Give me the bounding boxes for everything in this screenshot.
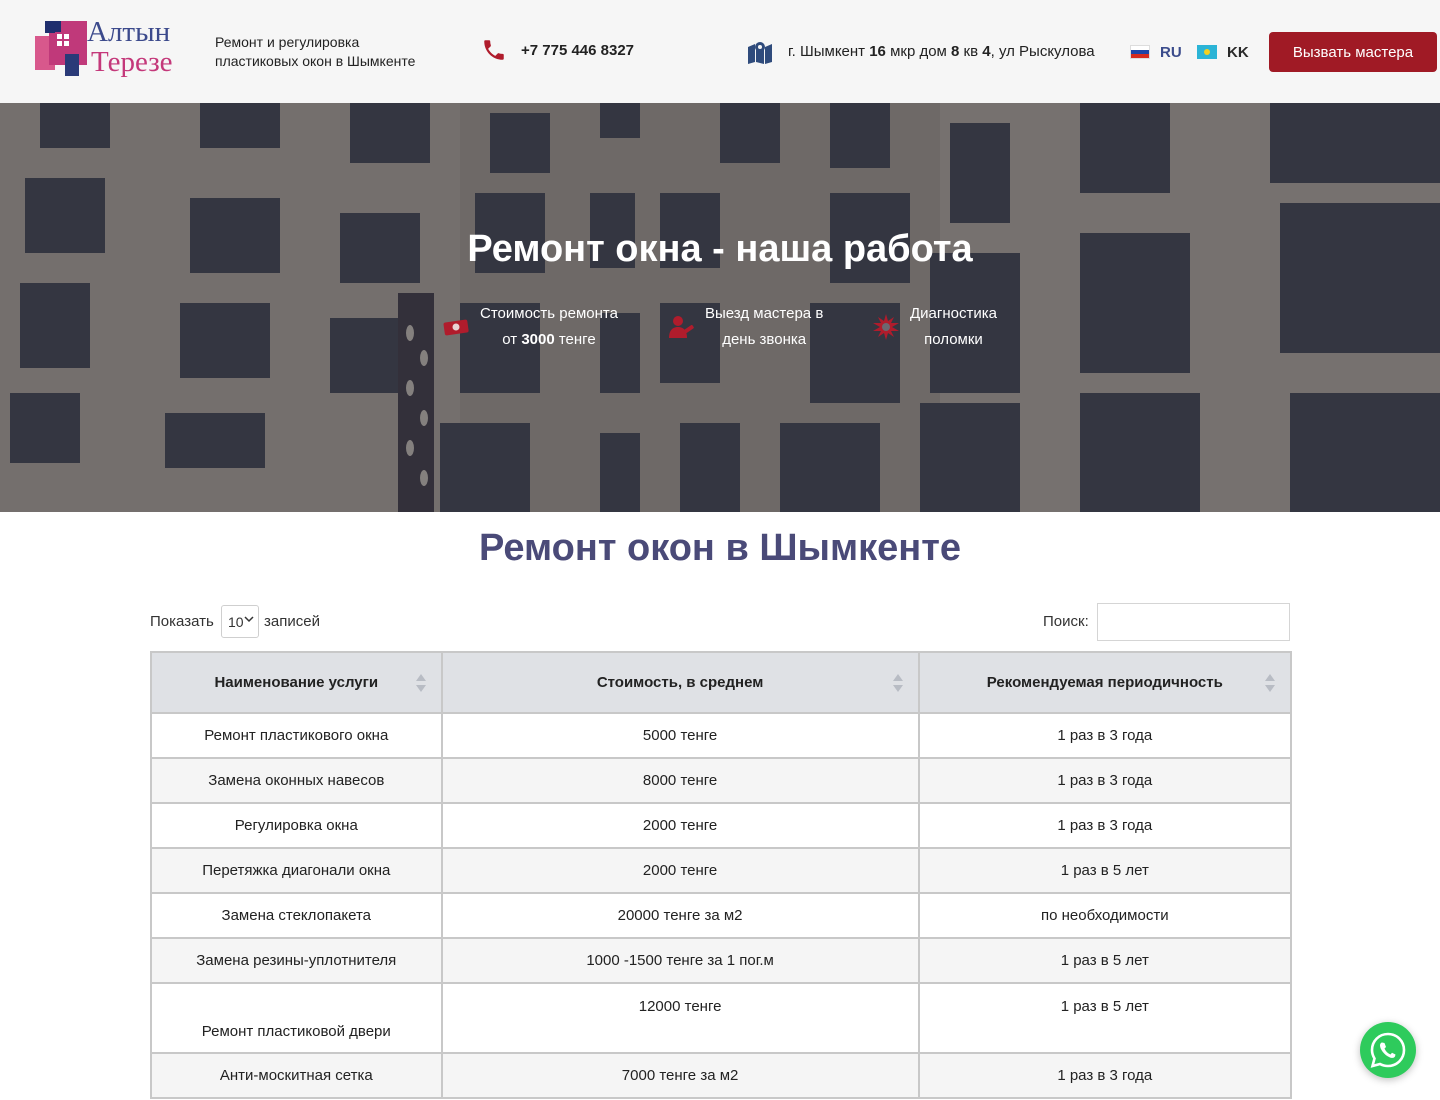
cell-price: 2000 тенге: [440, 802, 920, 849]
search-label: Поиск:: [1043, 613, 1089, 630]
cell-price: 2000 тенге: [440, 847, 920, 894]
language-label: RU: [1160, 44, 1182, 61]
language-label: KK: [1227, 44, 1249, 61]
phone-link[interactable]: +7 775 446 8327: [521, 42, 634, 59]
feature-visit: Выезд мастера в день звонка: [667, 299, 823, 355]
cell-price: 5000 тенге: [440, 712, 920, 759]
cell-frequency: 1 раз в 3 года: [917, 1052, 1293, 1099]
cell-service: Замена оконных навесов: [150, 757, 443, 804]
map-icon: [748, 42, 772, 64]
money-icon: [443, 319, 469, 336]
cell-service: Замена резины-уплотнителя: [150, 937, 443, 984]
language-kk-link[interactable]: KK: [1197, 44, 1249, 61]
feature-line1: Диагностика: [910, 305, 997, 322]
address-mkr: мкр дом: [885, 43, 952, 60]
cell-service: Замена стеклопакета: [150, 892, 443, 939]
cell-price: 12000 тенге: [440, 982, 920, 1054]
show-label: Показать: [150, 613, 214, 630]
column-header-label: Стоимость, в среднем: [596, 674, 764, 691]
hero-title: Ремонт окна - наша работа: [467, 228, 973, 270]
page-length-select[interactable]: 10: [221, 605, 259, 638]
chevron-down-icon: [244, 616, 254, 623]
table-header-row: Наименование услуги Стоимость, в среднем…: [150, 651, 1293, 714]
master-icon: [669, 316, 694, 338]
search-input[interactable]: [1097, 603, 1290, 641]
sort-icon: [892, 674, 903, 692]
column-header-price[interactable]: Стоимость, в среднем: [440, 651, 920, 714]
cell-service: Ремонт пластикового окна: [150, 712, 443, 759]
flag-russia-icon: [1130, 45, 1150, 59]
table-row: Ремонт пластикового окна 5000 тенге 1 ра…: [150, 712, 1293, 759]
address-street: , ул Рыскулова: [990, 43, 1095, 60]
column-header-service[interactable]: Наименование услуги: [150, 651, 443, 714]
column-header-label: Наименование услуги: [214, 674, 379, 691]
feature-text: Диагностика поломки: [910, 301, 997, 353]
cell-price: 1000 -1500 тенге за 1 пог.м: [440, 937, 920, 984]
logo[interactable]: Алтын Терезе: [35, 16, 195, 84]
cell-service: Перетяжка диагонали окна: [150, 847, 443, 894]
cell-price: 8000 тенге: [440, 757, 920, 804]
table-row: Замена резины-уплотнителя 1000 -1500 тен…: [150, 937, 1293, 984]
flag-kazakhstan-icon: [1197, 45, 1217, 59]
feature-price-value: 3000: [521, 331, 555, 348]
cell-service: Регулировка окна: [150, 802, 443, 849]
cell-service: Ремонт пластиковой двери: [150, 982, 443, 1054]
page-length-value: 10: [228, 614, 244, 630]
cell-frequency: 1 раз в 3 года: [917, 802, 1293, 849]
address-flat: 4: [982, 43, 991, 60]
feature-text: Стоимость ремонта от 3000 тенге: [480, 301, 618, 353]
logo-text-line1: Алтын: [87, 16, 171, 48]
address-mkr-number: 16: [869, 43, 886, 60]
address-prefix: г. Шымкент: [788, 43, 870, 60]
logo-text-line2: Терезе: [91, 46, 173, 78]
column-header-label: Рекомендуемая периодичность: [986, 674, 1223, 691]
services-table: Наименование услуги Стоимость, в среднем…: [150, 651, 1293, 1099]
cell-frequency: 1 раз в 3 года: [917, 712, 1293, 759]
phone-icon: [484, 40, 504, 60]
table-row: Регулировка окна 2000 тенге 1 раз в 3 го…: [150, 802, 1293, 849]
cell-frequency: 1 раз в 5 лет: [917, 847, 1293, 894]
whatsapp-button[interactable]: [1360, 1022, 1416, 1078]
feature-line2: день звонка: [722, 331, 807, 348]
feature-text: Выезд мастера в день звонка: [705, 301, 823, 353]
whatsapp-icon: [1370, 1032, 1406, 1068]
cell-price: 7000 тенге за м2: [440, 1052, 920, 1099]
hero-banner: Ремонт окна - наша работа Стоимость ремо…: [0, 103, 1440, 512]
table-row: Замена оконных навесов 8000 тенге 1 раз …: [150, 757, 1293, 804]
cell-frequency: по необходимости: [917, 892, 1293, 939]
call-master-button[interactable]: Вызвать мастера: [1269, 32, 1437, 72]
section-title: Ремонт окон в Шымкенте: [479, 527, 961, 569]
table-row: Анти-москитная сетка 7000 тенге за м2 1 …: [150, 1052, 1293, 1099]
feature-line2-suffix: тенге: [554, 331, 596, 348]
cell-service: Анти-москитная сетка: [150, 1052, 443, 1099]
site-header: Алтын Терезе Ремонт и регулировка пласти…: [0, 0, 1440, 103]
sort-icon: [415, 674, 426, 692]
column-header-frequency[interactable]: Рекомендуемая периодичность: [917, 651, 1293, 714]
table-row: Ремонт пластиковой двери 12000 тенге 1 р…: [150, 982, 1293, 1054]
feature-line1: Выезд мастера в: [705, 305, 824, 322]
records-label: записей: [264, 613, 320, 630]
feature-line2: поломки: [924, 331, 983, 348]
window-icon: [55, 32, 71, 48]
sort-icon: [1265, 674, 1275, 692]
address-kv: кв: [959, 43, 983, 60]
table-row: Перетяжка диагонали окна 2000 тенге 1 ра…: [150, 847, 1293, 894]
feature-line2-prefix: от: [502, 331, 522, 348]
table-row: Замена стеклопакета 20000 тенге за м2 по…: [150, 892, 1293, 939]
address: г. Шымкент 16 мкр дом 8 кв 4, ул Рыскуло…: [788, 43, 1095, 60]
feature-diagnostics: Диагностика поломки: [872, 299, 997, 355]
tagline: Ремонт и регулировка пластиковых окон в …: [215, 34, 416, 69]
feature-price: Стоимость ремонта от 3000 тенге: [442, 299, 618, 355]
feature-line1: Стоимость ремонта: [480, 305, 618, 322]
logo-shape: [65, 54, 79, 76]
cell-frequency: 1 раз в 3 года: [917, 757, 1293, 804]
language-ru-link[interactable]: RU: [1130, 44, 1182, 61]
feature-line2: от 3000 тенге: [480, 327, 618, 353]
diagnostics-gear-icon: [873, 314, 899, 340]
cell-frequency: 1 раз в 5 лет: [917, 982, 1293, 1054]
cell-price: 20000 тенге за м2: [440, 892, 920, 939]
cell-frequency: 1 раз в 5 лет: [917, 937, 1293, 984]
